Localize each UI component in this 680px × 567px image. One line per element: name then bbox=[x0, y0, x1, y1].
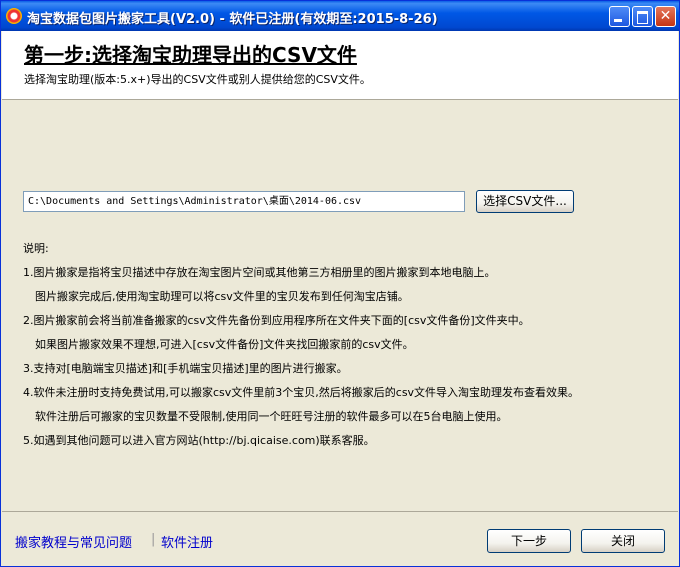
close-window-button[interactable]: ✕ bbox=[655, 6, 676, 27]
description-line: 2.图片搬家前会将当前准备搬家的csv文件先备份到应用程序所在文件夹下面的[cs… bbox=[23, 314, 530, 327]
close-icon: ✕ bbox=[659, 8, 672, 24]
page-title: 第一步:选择淘宝助理导出的CSV文件 bbox=[24, 43, 357, 67]
description-line: 图片搬家完成后,使用淘宝助理可以将csv文件里的宝贝发布到任何淘宝店铺。 bbox=[35, 290, 409, 303]
description-line: 如果图片搬家效果不理想,可进入[csv文件备份]文件夹找回搬家前的csv文件。 bbox=[35, 338, 414, 351]
description-line: 1.图片搬家是指将宝贝描述中存放在淘宝图片空间或其他第三方相册里的图片搬家到本地… bbox=[23, 266, 496, 279]
footer-divider bbox=[2, 511, 678, 512]
description-line: 4.软件未注册时支持免费试用,可以搬家csv文件里前3个宝贝,然后将搬家后的cs… bbox=[23, 386, 580, 399]
title-bar[interactable]: 淘宝数据包图片搬家工具(V2.0) - 软件已注册(有效期至:2015-8-26… bbox=[1, 1, 679, 31]
window-title: 淘宝数据包图片搬家工具(V2.0) - 软件已注册(有效期至:2015-8-26… bbox=[27, 12, 438, 27]
main-window: 淘宝数据包图片搬家工具(V2.0) - 软件已注册(有效期至:2015-8-26… bbox=[0, 0, 680, 567]
next-step-button[interactable]: 下一步 bbox=[487, 529, 571, 553]
description-heading: 说明: bbox=[23, 242, 49, 255]
maximize-button[interactable] bbox=[632, 6, 653, 27]
link-separator: | bbox=[151, 532, 156, 547]
description-line: 软件注册后可搬家的宝贝数量不受限制,使用同一个旺旺号注册的软件最多可以在5台电脑… bbox=[35, 410, 508, 423]
description-line: 5.如遇到其他问题可以进入官方网站(http://bj.qicaise.com)… bbox=[23, 434, 375, 447]
page-subtitle: 选择淘宝助理(版本:5.x+)导出的CSV文件或别人提供给您的CSV文件。 bbox=[24, 73, 371, 86]
csv-path-input[interactable]: C:\Documents and Settings\Administrator\… bbox=[23, 191, 465, 212]
software-register-link[interactable]: 软件注册 bbox=[161, 532, 213, 551]
minimize-button[interactable] bbox=[609, 6, 630, 27]
app-icon[interactable] bbox=[6, 8, 22, 24]
description-line: 3.支持对[电脑端宝贝描述]和[手机端宝贝描述]里的图片进行搬家。 bbox=[23, 362, 348, 375]
browse-csv-button[interactable]: 选择CSV文件... bbox=[476, 190, 574, 213]
close-button[interactable]: 关闭 bbox=[581, 529, 665, 553]
tutorial-faq-link[interactable]: 搬家教程与常见问题 bbox=[15, 532, 132, 551]
wizard-header: 第一步:选择淘宝助理导出的CSV文件 选择淘宝助理(版本:5.x+)导出的CSV… bbox=[2, 31, 678, 100]
